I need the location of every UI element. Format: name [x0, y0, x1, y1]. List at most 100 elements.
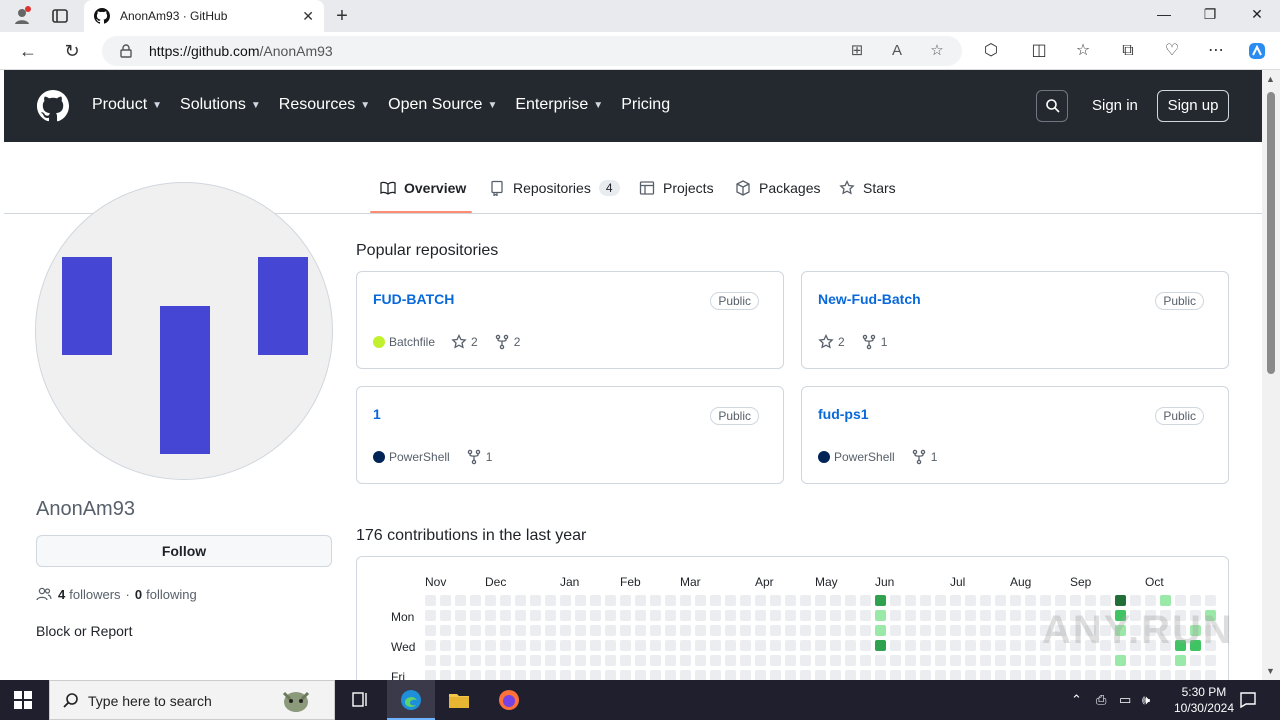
contribution-cell[interactable]: [1160, 655, 1171, 666]
contribution-cell[interactable]: [590, 610, 601, 621]
tab-actions-icon[interactable]: [50, 6, 70, 26]
contribution-cell[interactable]: [440, 655, 451, 666]
contribution-cell[interactable]: [695, 625, 706, 636]
contribution-cell[interactable]: [605, 640, 616, 651]
contribution-cell[interactable]: [545, 625, 556, 636]
contribution-cell[interactable]: [530, 640, 541, 651]
contribution-cell[interactable]: [470, 670, 481, 680]
contribution-cell[interactable]: [1175, 670, 1186, 680]
contribution-cell[interactable]: [815, 625, 826, 636]
contribution-cell[interactable]: [680, 670, 691, 680]
contribution-cell[interactable]: [815, 655, 826, 666]
contribution-cell[interactable]: [800, 670, 811, 680]
repo-name-link[interactable]: New-Fud-Batch: [818, 291, 921, 307]
contribution-cell[interactable]: [575, 640, 586, 651]
contribution-cell[interactable]: [425, 610, 436, 621]
tab-stars[interactable]: Stars: [839, 180, 896, 196]
repo-forks-link[interactable]: 2: [494, 334, 520, 350]
contribution-cell[interactable]: [470, 595, 481, 606]
contribution-cell[interactable]: [515, 595, 526, 606]
contribution-cell[interactable]: [1100, 670, 1111, 680]
contribution-cell[interactable]: [710, 610, 721, 621]
contribution-cell[interactable]: [995, 640, 1006, 651]
contribution-cell[interactable]: [755, 640, 766, 651]
contribution-cell[interactable]: [680, 655, 691, 666]
contribution-cell[interactable]: [665, 625, 676, 636]
contribution-cell[interactable]: [935, 655, 946, 666]
avatar[interactable]: [35, 182, 333, 480]
contribution-cell[interactable]: [515, 640, 526, 651]
contribution-cell[interactable]: [1040, 655, 1051, 666]
nav-open-source[interactable]: Open Source ▼: [388, 96, 497, 114]
contribution-cell[interactable]: [1145, 670, 1156, 680]
contribution-cell[interactable]: [905, 610, 916, 621]
contribution-cell[interactable]: [485, 610, 496, 621]
contribution-cell[interactable]: [575, 655, 586, 666]
contribution-cell[interactable]: [1085, 670, 1096, 680]
contribution-cell[interactable]: [1040, 595, 1051, 606]
repo-stars-link[interactable]: 2: [818, 334, 845, 350]
contribution-cell[interactable]: [890, 670, 901, 680]
following-link[interactable]: 0 following: [135, 587, 197, 602]
contribution-cell[interactable]: [935, 640, 946, 651]
file-explorer-button[interactable]: [435, 680, 483, 720]
contribution-cell[interactable]: [800, 655, 811, 666]
contribution-cell[interactable]: [785, 655, 796, 666]
contribution-cell[interactable]: [920, 610, 931, 621]
contribution-cell[interactable]: [620, 655, 631, 666]
contribution-cell[interactable]: [455, 670, 466, 680]
repo-forks-link[interactable]: 1: [911, 449, 937, 465]
contribution-cell[interactable]: [845, 610, 856, 621]
taskbar-search[interactable]: Type here to search: [49, 680, 335, 720]
contribution-cell[interactable]: [455, 625, 466, 636]
contribution-cell[interactable]: [1115, 655, 1126, 666]
contribution-cell[interactable]: [425, 640, 436, 651]
notifications-icon[interactable]: [1238, 690, 1258, 710]
profile-icon[interactable]: [12, 6, 32, 26]
contribution-cell[interactable]: [740, 655, 751, 666]
block-report-link[interactable]: Block or Report: [36, 623, 132, 639]
contribution-cell[interactable]: [980, 655, 991, 666]
contribution-cell[interactable]: [650, 610, 661, 621]
contribution-cell[interactable]: [980, 595, 991, 606]
collections-icon[interactable]: ⧉: [1118, 41, 1138, 61]
minimize-icon[interactable]: —: [1154, 6, 1174, 22]
contribution-cell[interactable]: [740, 610, 751, 621]
contribution-cell[interactable]: [635, 625, 646, 636]
contribution-cell[interactable]: [560, 595, 571, 606]
contribution-cell[interactable]: [1205, 670, 1216, 680]
contribution-cell[interactable]: [860, 640, 871, 651]
contribution-cell[interactable]: [1160, 595, 1171, 606]
volume-icon[interactable]: 🕪: [1142, 692, 1150, 708]
favorites-icon[interactable]: ☆: [1073, 41, 1093, 61]
contribution-cell[interactable]: [440, 610, 451, 621]
contribution-cell[interactable]: [455, 655, 466, 666]
url-field[interactable]: https://github.com/AnonAm93 ⊞ A ☆: [102, 36, 962, 66]
contribution-cell[interactable]: [440, 670, 451, 680]
contribution-cell[interactable]: [965, 640, 976, 651]
tab-overview[interactable]: Overview: [380, 180, 466, 196]
tab-projects[interactable]: Projects: [639, 180, 714, 196]
contribution-cell[interactable]: [500, 655, 511, 666]
contribution-cell[interactable]: [830, 640, 841, 651]
browser-tab-active[interactable]: AnonAm93 · GitHub ✕: [84, 0, 324, 32]
scrollbar[interactable]: ▲ ▼: [1262, 70, 1280, 680]
contribution-cell[interactable]: [635, 610, 646, 621]
contribution-cell[interactable]: [425, 655, 436, 666]
contribution-cell[interactable]: [920, 655, 931, 666]
contribution-cell[interactable]: [770, 640, 781, 651]
contribution-cell[interactable]: [1055, 670, 1066, 680]
contribution-cell[interactable]: [755, 610, 766, 621]
scroll-down-icon[interactable]: ▼: [1266, 666, 1275, 676]
back-icon[interactable]: ←: [17, 40, 39, 62]
contribution-cell[interactable]: [815, 670, 826, 680]
contribution-cell[interactable]: [530, 610, 541, 621]
contribution-cell[interactable]: [605, 670, 616, 680]
more-options-icon[interactable]: ⋯: [1206, 41, 1226, 61]
contribution-cell[interactable]: [515, 610, 526, 621]
contribution-cell[interactable]: [785, 595, 796, 606]
contribution-cell[interactable]: [545, 595, 556, 606]
contribution-cell[interactable]: [935, 610, 946, 621]
contribution-cell[interactable]: [1010, 640, 1021, 651]
contribution-cell[interactable]: [515, 655, 526, 666]
